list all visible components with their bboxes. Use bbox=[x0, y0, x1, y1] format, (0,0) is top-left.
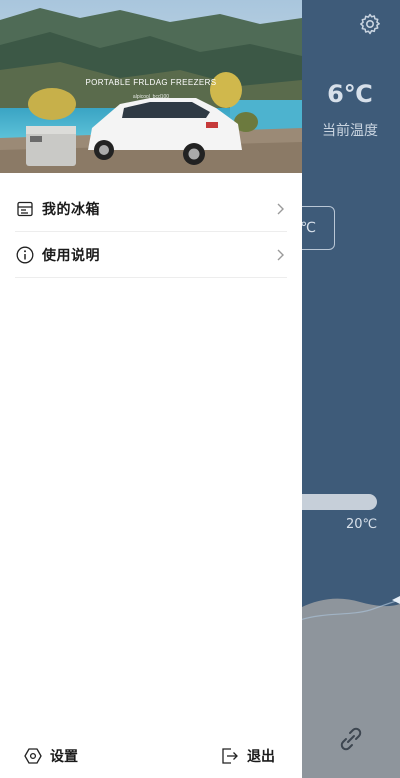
settings-button[interactable]: 设置 bbox=[24, 746, 78, 766]
settings-gear-icon[interactable] bbox=[358, 12, 382, 36]
logout-icon bbox=[222, 748, 238, 764]
drawer-banner-image: PORTABLE FRLDAG FREEZERS alpicool_bcd100 bbox=[0, 0, 302, 173]
chevron-right-icon bbox=[277, 249, 284, 261]
current-temperature-label: 当前温度 bbox=[322, 123, 378, 139]
menu-item-instructions[interactable]: 使用说明 bbox=[15, 232, 287, 278]
menu-item-label: 我的冰箱 bbox=[42, 201, 100, 218]
side-drawer: PORTABLE FRLDAG FREEZERS alpicool_bcd100… bbox=[0, 0, 302, 778]
chevron-right-icon bbox=[277, 203, 284, 215]
hexagon-settings-icon bbox=[24, 748, 42, 764]
menu-item-my-fridge[interactable]: 我的冰箱 bbox=[15, 186, 287, 232]
info-icon bbox=[16, 246, 34, 264]
connection-link-icon[interactable] bbox=[336, 724, 366, 754]
slider-max-label: 20℃ bbox=[346, 517, 378, 532]
settings-label: 设置 bbox=[50, 749, 78, 765]
logout-button[interactable]: 退出 bbox=[221, 746, 275, 766]
fridge-list-icon bbox=[16, 200, 34, 218]
drawer-menu: 我的冰箱 使用说明 bbox=[15, 186, 287, 278]
menu-item-label: 使用说明 bbox=[42, 247, 100, 264]
drawer-footer: 设置 退出 bbox=[0, 738, 302, 778]
banner-title: PORTABLE FRLDAG FREEZERS bbox=[85, 78, 217, 87]
logout-label: 退出 bbox=[247, 749, 275, 765]
banner-subtitle: alpicool_bcd100 bbox=[132, 94, 170, 100]
current-temperature-value: 6℃ bbox=[327, 80, 373, 108]
temperature-slider[interactable] bbox=[290, 494, 377, 510]
